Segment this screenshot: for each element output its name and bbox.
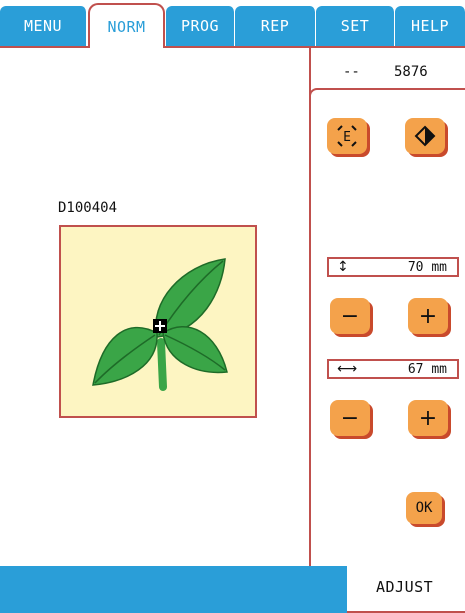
height-minus-button[interactable]: − [330, 298, 370, 334]
height-value: 70 mm [407, 260, 447, 275]
tab-help[interactable]: HELP [395, 6, 465, 46]
ok-button[interactable]: OK [406, 492, 442, 524]
trace-button[interactable] [405, 118, 445, 154]
tab-prog[interactable]: PROG [166, 6, 235, 46]
mode-label: ADJUST [376, 578, 434, 596]
status-dash: -- [343, 64, 360, 80]
e-arrows-icon: E [337, 125, 357, 147]
tab-menu[interactable]: MENU [0, 6, 87, 46]
height-readout: ↕ 70 mm [327, 257, 459, 277]
edit-button[interactable]: E [327, 118, 367, 154]
diamond-icon [414, 125, 436, 147]
adjust-panel [309, 88, 465, 613]
vertical-arrow-icon: ↕ [337, 259, 349, 275]
width-value: 67 mm [407, 362, 447, 377]
bottom-bar [0, 566, 347, 613]
width-readout: ⟷ 67 mm [327, 359, 459, 379]
leaf-pattern-image [92, 258, 228, 391]
width-minus-button[interactable]: − [330, 400, 370, 436]
center-cursor-icon [153, 319, 167, 333]
tab-set[interactable]: SET [316, 6, 395, 46]
pattern-name: D100404 [58, 200, 118, 216]
height-plus-button[interactable]: + [408, 298, 448, 334]
svg-text:E: E [343, 130, 351, 145]
width-plus-button[interactable]: + [408, 400, 448, 436]
horizontal-arrow-icon: ⟷ [337, 361, 358, 377]
pattern-preview[interactable] [59, 225, 257, 418]
stitch-count: 5876 [394, 64, 428, 80]
tab-bar: MENU NORM PROG REP SET HELP [0, 0, 465, 48]
tab-rep[interactable]: REP [235, 6, 316, 46]
tab-norm[interactable]: NORM [88, 3, 165, 48]
